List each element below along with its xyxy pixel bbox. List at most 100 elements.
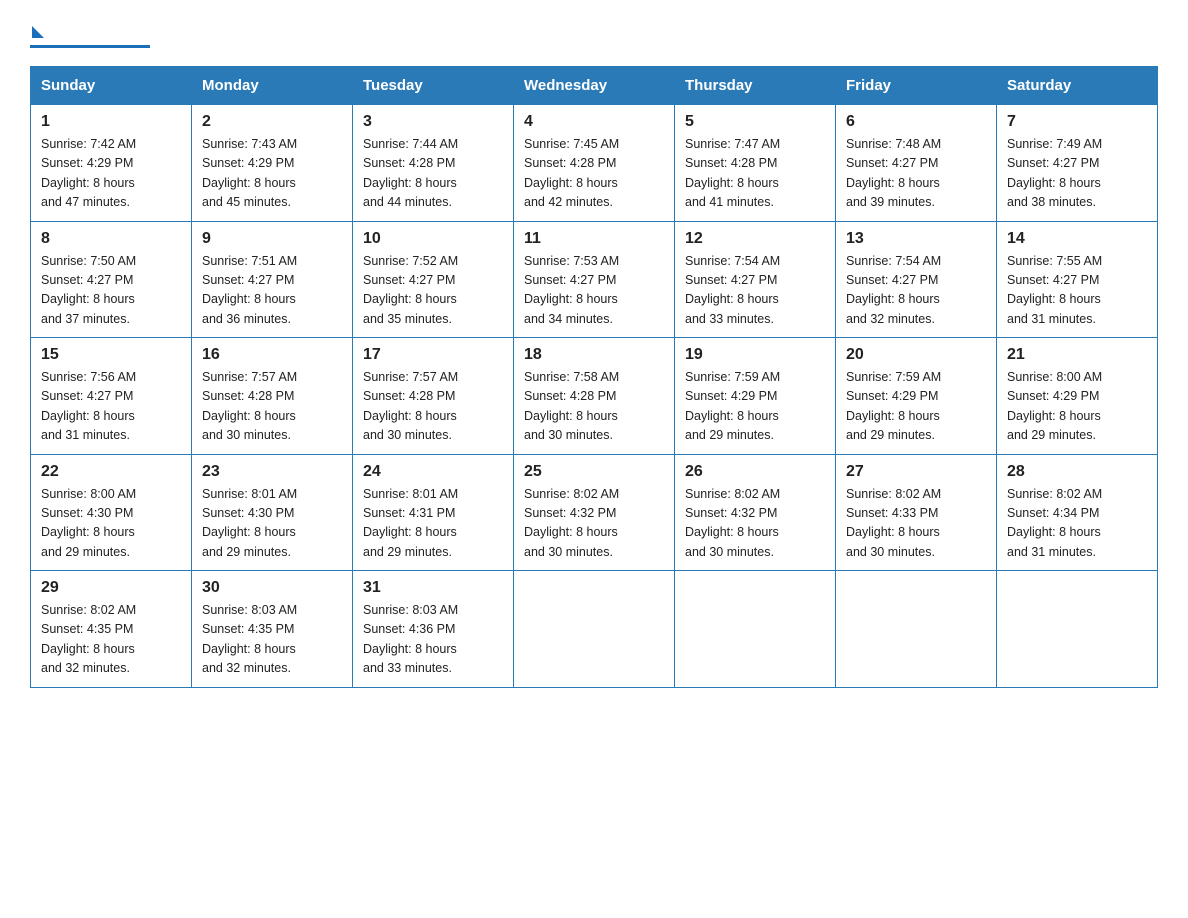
day-number: 26 bbox=[685, 463, 825, 481]
day-info: Sunrise: 8:00 AMSunset: 4:29 PMDaylight:… bbox=[1007, 368, 1147, 446]
day-info: Sunrise: 8:03 AMSunset: 4:35 PMDaylight:… bbox=[202, 601, 342, 679]
week-row-3: 15 Sunrise: 7:56 AMSunset: 4:27 PMDaylig… bbox=[31, 338, 1158, 455]
day-info: Sunrise: 8:02 AMSunset: 4:34 PMDaylight:… bbox=[1007, 485, 1147, 563]
day-number: 4 bbox=[524, 113, 664, 131]
day-number: 10 bbox=[363, 230, 503, 248]
calendar-cell bbox=[675, 571, 836, 688]
day-number: 11 bbox=[524, 230, 664, 248]
day-number: 18 bbox=[524, 346, 664, 364]
calendar-cell: 30 Sunrise: 8:03 AMSunset: 4:35 PMDaylig… bbox=[192, 571, 353, 688]
calendar-cell bbox=[997, 571, 1158, 688]
calendar-cell: 14 Sunrise: 7:55 AMSunset: 4:27 PMDaylig… bbox=[997, 221, 1158, 338]
weekday-header-friday: Friday bbox=[836, 67, 997, 105]
calendar-cell: 16 Sunrise: 7:57 AMSunset: 4:28 PMDaylig… bbox=[192, 338, 353, 455]
calendar-cell: 7 Sunrise: 7:49 AMSunset: 4:27 PMDayligh… bbox=[997, 105, 1158, 222]
weekday-header-sunday: Sunday bbox=[31, 67, 192, 105]
day-number: 15 bbox=[41, 346, 181, 364]
day-number: 31 bbox=[363, 579, 503, 597]
calendar-cell: 18 Sunrise: 7:58 AMSunset: 4:28 PMDaylig… bbox=[514, 338, 675, 455]
day-number: 20 bbox=[846, 346, 986, 364]
week-row-4: 22 Sunrise: 8:00 AMSunset: 4:30 PMDaylig… bbox=[31, 454, 1158, 571]
logo-triangle-icon bbox=[32, 26, 44, 38]
logo-underline bbox=[30, 45, 150, 48]
day-info: Sunrise: 8:02 AMSunset: 4:35 PMDaylight:… bbox=[41, 601, 181, 679]
calendar-cell: 4 Sunrise: 7:45 AMSunset: 4:28 PMDayligh… bbox=[514, 105, 675, 222]
weekday-header-wednesday: Wednesday bbox=[514, 67, 675, 105]
day-info: Sunrise: 7:44 AMSunset: 4:28 PMDaylight:… bbox=[363, 135, 503, 213]
day-info: Sunrise: 8:03 AMSunset: 4:36 PMDaylight:… bbox=[363, 601, 503, 679]
calendar-cell: 31 Sunrise: 8:03 AMSunset: 4:36 PMDaylig… bbox=[353, 571, 514, 688]
day-info: Sunrise: 7:52 AMSunset: 4:27 PMDaylight:… bbox=[363, 252, 503, 330]
day-info: Sunrise: 7:48 AMSunset: 4:27 PMDaylight:… bbox=[846, 135, 986, 213]
calendar-cell: 24 Sunrise: 8:01 AMSunset: 4:31 PMDaylig… bbox=[353, 454, 514, 571]
day-info: Sunrise: 8:02 AMSunset: 4:33 PMDaylight:… bbox=[846, 485, 986, 563]
day-number: 7 bbox=[1007, 113, 1147, 131]
day-number: 12 bbox=[685, 230, 825, 248]
calendar-cell: 17 Sunrise: 7:57 AMSunset: 4:28 PMDaylig… bbox=[353, 338, 514, 455]
day-number: 16 bbox=[202, 346, 342, 364]
weekday-header-monday: Monday bbox=[192, 67, 353, 105]
day-number: 2 bbox=[202, 113, 342, 131]
day-number: 14 bbox=[1007, 230, 1147, 248]
day-info: Sunrise: 7:57 AMSunset: 4:28 PMDaylight:… bbox=[202, 368, 342, 446]
weekday-header-thursday: Thursday bbox=[675, 67, 836, 105]
day-number: 1 bbox=[41, 113, 181, 131]
day-info: Sunrise: 7:57 AMSunset: 4:28 PMDaylight:… bbox=[363, 368, 503, 446]
logo bbox=[30, 20, 150, 48]
page-header bbox=[30, 20, 1158, 48]
day-info: Sunrise: 7:51 AMSunset: 4:27 PMDaylight:… bbox=[202, 252, 342, 330]
day-info: Sunrise: 7:58 AMSunset: 4:28 PMDaylight:… bbox=[524, 368, 664, 446]
calendar-cell: 3 Sunrise: 7:44 AMSunset: 4:28 PMDayligh… bbox=[353, 105, 514, 222]
calendar-cell: 10 Sunrise: 7:52 AMSunset: 4:27 PMDaylig… bbox=[353, 221, 514, 338]
calendar-cell: 27 Sunrise: 8:02 AMSunset: 4:33 PMDaylig… bbox=[836, 454, 997, 571]
day-info: Sunrise: 7:53 AMSunset: 4:27 PMDaylight:… bbox=[524, 252, 664, 330]
day-number: 17 bbox=[363, 346, 503, 364]
calendar-cell: 25 Sunrise: 8:02 AMSunset: 4:32 PMDaylig… bbox=[514, 454, 675, 571]
calendar-cell: 6 Sunrise: 7:48 AMSunset: 4:27 PMDayligh… bbox=[836, 105, 997, 222]
day-number: 3 bbox=[363, 113, 503, 131]
day-info: Sunrise: 7:54 AMSunset: 4:27 PMDaylight:… bbox=[846, 252, 986, 330]
day-info: Sunrise: 7:54 AMSunset: 4:27 PMDaylight:… bbox=[685, 252, 825, 330]
weekday-header-row: SundayMondayTuesdayWednesdayThursdayFrid… bbox=[31, 67, 1158, 105]
weekday-header-tuesday: Tuesday bbox=[353, 67, 514, 105]
day-info: Sunrise: 7:47 AMSunset: 4:28 PMDaylight:… bbox=[685, 135, 825, 213]
day-number: 8 bbox=[41, 230, 181, 248]
day-number: 6 bbox=[846, 113, 986, 131]
day-number: 21 bbox=[1007, 346, 1147, 364]
day-info: Sunrise: 7:56 AMSunset: 4:27 PMDaylight:… bbox=[41, 368, 181, 446]
weekday-header-saturday: Saturday bbox=[997, 67, 1158, 105]
day-number: 28 bbox=[1007, 463, 1147, 481]
day-info: Sunrise: 7:49 AMSunset: 4:27 PMDaylight:… bbox=[1007, 135, 1147, 213]
day-number: 22 bbox=[41, 463, 181, 481]
day-info: Sunrise: 7:43 AMSunset: 4:29 PMDaylight:… bbox=[202, 135, 342, 213]
week-row-5: 29 Sunrise: 8:02 AMSunset: 4:35 PMDaylig… bbox=[31, 571, 1158, 688]
day-number: 30 bbox=[202, 579, 342, 597]
calendar-cell: 26 Sunrise: 8:02 AMSunset: 4:32 PMDaylig… bbox=[675, 454, 836, 571]
day-info: Sunrise: 8:01 AMSunset: 4:31 PMDaylight:… bbox=[363, 485, 503, 563]
day-info: Sunrise: 8:01 AMSunset: 4:30 PMDaylight:… bbox=[202, 485, 342, 563]
calendar-cell: 19 Sunrise: 7:59 AMSunset: 4:29 PMDaylig… bbox=[675, 338, 836, 455]
day-number: 5 bbox=[685, 113, 825, 131]
calendar-cell: 11 Sunrise: 7:53 AMSunset: 4:27 PMDaylig… bbox=[514, 221, 675, 338]
calendar-cell: 22 Sunrise: 8:00 AMSunset: 4:30 PMDaylig… bbox=[31, 454, 192, 571]
day-info: Sunrise: 8:02 AMSunset: 4:32 PMDaylight:… bbox=[524, 485, 664, 563]
day-info: Sunrise: 8:02 AMSunset: 4:32 PMDaylight:… bbox=[685, 485, 825, 563]
calendar-cell: 28 Sunrise: 8:02 AMSunset: 4:34 PMDaylig… bbox=[997, 454, 1158, 571]
day-number: 13 bbox=[846, 230, 986, 248]
day-number: 9 bbox=[202, 230, 342, 248]
day-number: 24 bbox=[363, 463, 503, 481]
day-number: 23 bbox=[202, 463, 342, 481]
calendar-cell: 5 Sunrise: 7:47 AMSunset: 4:28 PMDayligh… bbox=[675, 105, 836, 222]
calendar-cell: 12 Sunrise: 7:54 AMSunset: 4:27 PMDaylig… bbox=[675, 221, 836, 338]
calendar-cell: 21 Sunrise: 8:00 AMSunset: 4:29 PMDaylig… bbox=[997, 338, 1158, 455]
calendar-cell: 8 Sunrise: 7:50 AMSunset: 4:27 PMDayligh… bbox=[31, 221, 192, 338]
calendar-cell bbox=[514, 571, 675, 688]
day-info: Sunrise: 7:42 AMSunset: 4:29 PMDaylight:… bbox=[41, 135, 181, 213]
week-row-2: 8 Sunrise: 7:50 AMSunset: 4:27 PMDayligh… bbox=[31, 221, 1158, 338]
calendar-cell: 20 Sunrise: 7:59 AMSunset: 4:29 PMDaylig… bbox=[836, 338, 997, 455]
day-info: Sunrise: 7:55 AMSunset: 4:27 PMDaylight:… bbox=[1007, 252, 1147, 330]
day-info: Sunrise: 7:50 AMSunset: 4:27 PMDaylight:… bbox=[41, 252, 181, 330]
calendar-cell: 9 Sunrise: 7:51 AMSunset: 4:27 PMDayligh… bbox=[192, 221, 353, 338]
week-row-1: 1 Sunrise: 7:42 AMSunset: 4:29 PMDayligh… bbox=[31, 105, 1158, 222]
day-number: 27 bbox=[846, 463, 986, 481]
